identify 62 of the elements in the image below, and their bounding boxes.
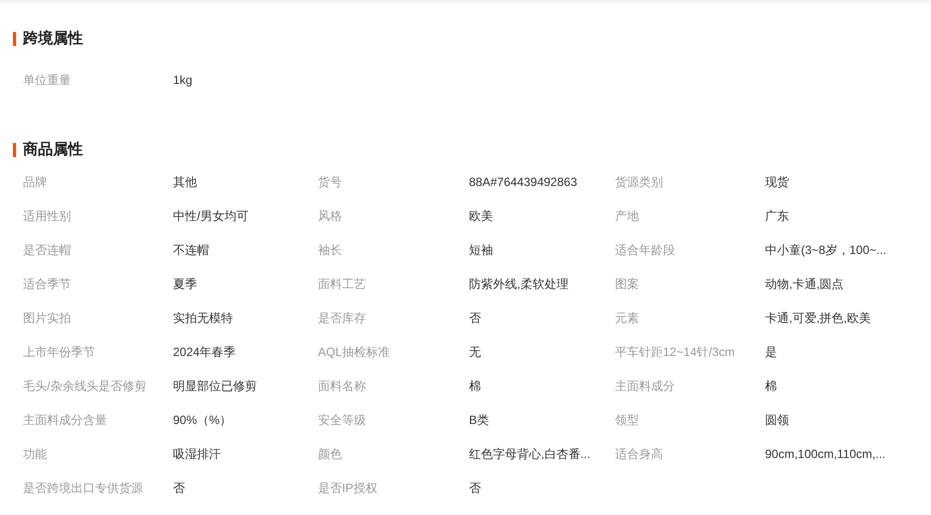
attribute-value: 明显部位已修剪 <box>173 378 258 395</box>
attribute-value: 1kg <box>173 72 194 89</box>
attribute-value: 否 <box>469 480 482 497</box>
attribute-label: 颜色 <box>318 446 343 463</box>
attribute-label: 适合年龄段 <box>615 242 676 259</box>
attribute-value: 红色字母背心,白杏番... <box>469 446 592 463</box>
attribute-label: 安全等级 <box>318 412 367 429</box>
attribute-value: 中小童(3~8岁，100~... <box>765 242 888 259</box>
attribute-value: 不连帽 <box>173 242 210 259</box>
attribute-value: 其他 <box>173 174 198 191</box>
attribute-label: 上市年份季节 <box>23 344 96 361</box>
attribute-value: 90%（%） <box>173 412 233 429</box>
attribute-label: 单位重量 <box>23 72 72 89</box>
attribute-label: 货源类别 <box>615 174 664 191</box>
attribute-label: 是否库存 <box>318 310 367 327</box>
attribute-value: 棉 <box>765 378 778 395</box>
attribute-label: 图片实拍 <box>23 310 72 327</box>
attribute-label: 适合身高 <box>615 446 664 463</box>
attribute-value: 棉 <box>469 378 482 395</box>
attribute-value: 现货 <box>765 174 790 191</box>
section-title: 跨境属性 <box>13 32 931 46</box>
attribute-label: 袖长 <box>318 242 343 259</box>
attribute-label: 元素 <box>615 310 640 327</box>
attribute-value: 欧美 <box>469 208 494 225</box>
attribute-label: 面料名称 <box>318 378 367 395</box>
attribute-value: 短袖 <box>469 242 494 259</box>
attribute-value: 实拍无模特 <box>173 310 234 327</box>
attribute-value: 广东 <box>765 208 790 225</box>
attribute-label: AQL抽检标准 <box>318 344 392 361</box>
attribute-value: 夏季 <box>173 276 198 293</box>
attribute-label: 适合季节 <box>23 276 72 293</box>
attribute-label: 毛头/杂余线头是否修剪 <box>23 378 148 395</box>
attribute-label: 风格 <box>318 208 343 225</box>
section-title: 商品属性 <box>13 143 931 157</box>
attribute-label: 平车针距12~14针/3cm <box>615 344 736 361</box>
attribute-value: 卡通,可爱,拼色,欧美 <box>765 310 872 327</box>
attribute-value: B类 <box>469 412 490 429</box>
attribute-label: 是否连帽 <box>23 242 72 259</box>
attribute-label: 面料工艺 <box>318 276 367 293</box>
attribute-label: 领型 <box>615 412 640 429</box>
attribute-value: 否 <box>469 310 482 327</box>
attribute-label: 是否跨境出口专供货源 <box>23 480 144 497</box>
attribute-label: 图案 <box>615 276 640 293</box>
attribute-value: 圆领 <box>765 412 790 429</box>
attribute-label: 品牌 <box>23 174 48 191</box>
attribute-label: 功能 <box>23 446 48 463</box>
attribute-value: 是 <box>765 344 778 361</box>
attribute-label: 主面料成分 <box>615 378 676 395</box>
attribute-value: 2024年春季 <box>173 344 237 361</box>
attribute-label: 产地 <box>615 208 640 225</box>
attribute-value: 否 <box>173 480 186 497</box>
attribute-label: 货号 <box>318 174 343 191</box>
attribute-value: 防紫外线,柔软处理 <box>469 276 570 293</box>
attribute-value: 动物,卡通,圆点 <box>765 276 845 293</box>
attribute-label: 主面料成分含量 <box>23 412 108 429</box>
attribute-value: 88A#764439492863 <box>469 174 578 191</box>
attribute-value: 中性/男女均可 <box>173 208 250 225</box>
attribute-value: 无 <box>469 344 482 361</box>
attribute-value: 吸湿排汗 <box>173 446 222 463</box>
attribute-label: 适用性别 <box>23 208 72 225</box>
attribute-value: 90cm,100cm,110cm,... <box>765 446 886 463</box>
attribute-label: 是否IP授权 <box>318 480 378 497</box>
